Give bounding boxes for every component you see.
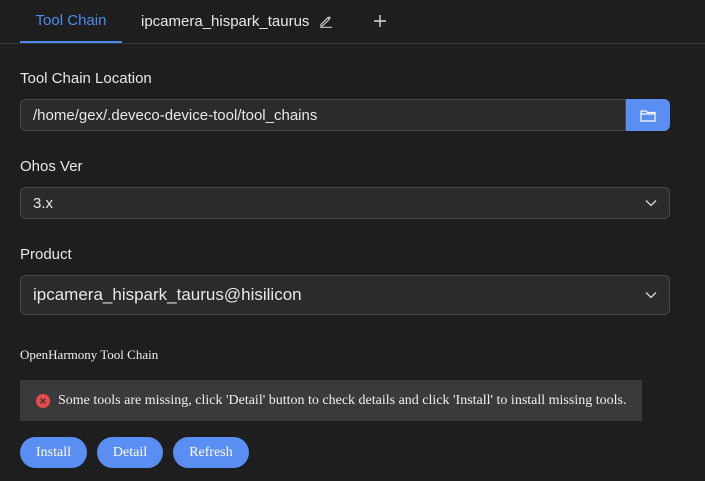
ohos-ver-value: 3.x (33, 194, 54, 212)
error-icon (36, 393, 50, 408)
refresh-button[interactable]: Refresh (173, 437, 249, 468)
tab-project-label: ipcamera_hispark_taurus (141, 12, 310, 30)
product-value: ipcamera_hispark_taurus@hisilicon (33, 285, 302, 304)
toolchain-location-input[interactable]: /home/gex/.deveco-device-tool/tool_chain… (20, 99, 626, 131)
folder-icon (640, 109, 656, 122)
detail-button[interactable]: Detail (97, 437, 163, 468)
add-tab-icon[interactable] (372, 13, 388, 29)
tab-bar: Tool Chain ipcamera_hispark_taurus (0, 0, 705, 44)
edit-icon[interactable] (319, 14, 333, 28)
missing-tools-alert: Some tools are missing, click 'Detail' b… (20, 380, 642, 421)
tab-tool-chain-label: Tool Chain (35, 12, 107, 29)
chevron-down-icon (645, 292, 657, 299)
tab-tool-chain[interactable]: Tool Chain (20, 0, 122, 43)
toolchain-location-label: Tool Chain Location (20, 70, 152, 87)
toolchain-location-value: /home/gex/.deveco-device-tool/tool_chain… (33, 106, 318, 124)
install-button[interactable]: Install (20, 437, 87, 468)
product-select[interactable]: ipcamera_hispark_taurus@hisilicon (20, 275, 670, 315)
browse-folder-button[interactable] (626, 99, 670, 131)
ohos-ver-select[interactable]: 3.x (20, 187, 670, 219)
product-label: Product (20, 246, 72, 263)
tab-project[interactable]: ipcamera_hispark_taurus (141, 0, 333, 42)
chevron-down-icon (645, 200, 657, 207)
section-title: OpenHarmony Tool Chain (20, 347, 159, 362)
alert-message: Some tools are missing, click 'Detail' b… (58, 392, 627, 408)
ohos-ver-label: Ohos Ver (20, 158, 83, 175)
